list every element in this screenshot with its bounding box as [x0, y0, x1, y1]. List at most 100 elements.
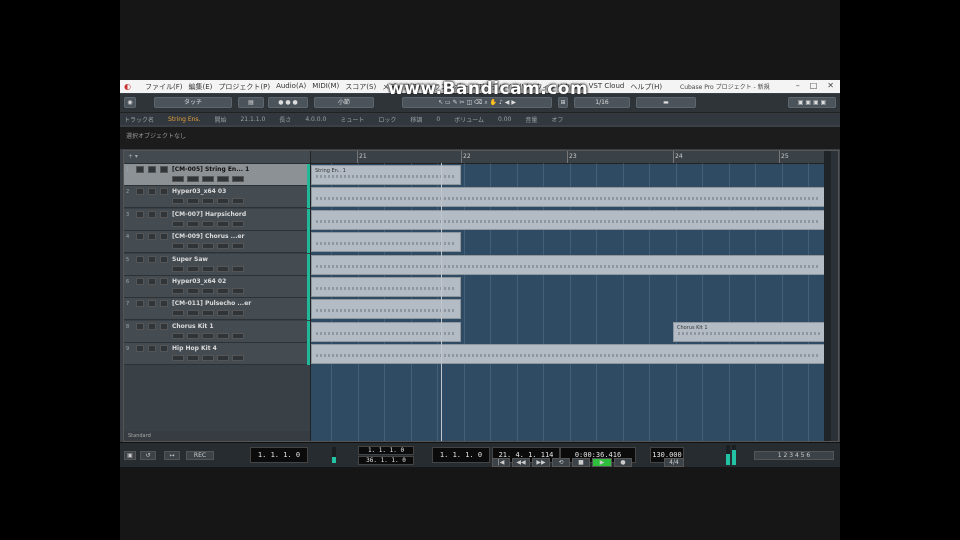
track-lane[interactable]: [311, 298, 831, 320]
read-button[interactable]: [187, 176, 199, 182]
track-lane[interactable]: [311, 231, 831, 253]
freeze-button[interactable]: [232, 198, 244, 205]
freeze-button[interactable]: [232, 220, 244, 227]
marker-buttons[interactable]: 1 2 3 4 5 6: [754, 451, 834, 460]
rewind-button[interactable]: ◀◀: [512, 458, 530, 467]
edit-button[interactable]: [217, 265, 229, 272]
midi-part[interactable]: [311, 277, 461, 297]
monitor-button[interactable]: [172, 265, 184, 272]
ruler[interactable]: 21 22 23 24 25: [311, 151, 831, 164]
read-button[interactable]: [187, 243, 199, 250]
track-row[interactable]: 3 [CM-007] Harpsichord: [124, 208, 310, 231]
minimize-button[interactable]: –: [796, 81, 800, 90]
punch-in-display[interactable]: 1. 1. 1. 0: [358, 446, 414, 455]
solo-button[interactable]: [148, 322, 156, 330]
edit-button[interactable]: [217, 220, 229, 227]
record-enable-button[interactable]: [160, 322, 168, 330]
color-select[interactable]: ▬: [636, 97, 696, 108]
info-volume-value[interactable]: 0.00: [498, 116, 511, 123]
read-button[interactable]: [187, 288, 199, 294]
track-row[interactable]: 5 Super Saw: [124, 253, 310, 276]
undo-button[interactable]: ↺: [140, 451, 156, 460]
record-enable-button[interactable]: [160, 188, 168, 196]
record-enable-button[interactable]: [160, 300, 168, 308]
monitor-button[interactable]: [172, 332, 184, 339]
write-button[interactable]: [202, 265, 214, 272]
monitor-button[interactable]: [172, 198, 184, 205]
cycle-button[interactable]: ⟲: [552, 458, 570, 467]
monitor-button[interactable]: [172, 220, 184, 227]
left-zone-button[interactable]: ▤: [238, 97, 264, 108]
monitor-button[interactable]: [172, 288, 184, 294]
track-row[interactable]: 7 [CM-011] Pulsecho ...er: [124, 298, 310, 321]
mode-select[interactable]: タッチ: [154, 97, 232, 108]
monitor-button[interactable]: [172, 243, 184, 250]
read-button[interactable]: [187, 265, 199, 272]
record-button[interactable]: ●: [614, 458, 632, 467]
mute-button[interactable]: [136, 322, 144, 330]
track-lane[interactable]: Chorus Kit 1: [311, 321, 831, 343]
edit-button[interactable]: [217, 310, 229, 317]
midi-part[interactable]: String En.. 1: [311, 165, 461, 185]
info-transpose-value[interactable]: 0: [436, 116, 440, 123]
midi-part[interactable]: Chorus Kit 1: [673, 321, 825, 342]
punch-out-display[interactable]: 36. 1. 1. 0: [358, 456, 414, 465]
left-locator-display[interactable]: 1. 1. 1. 0: [250, 447, 308, 463]
grid-select[interactable]: 小節: [314, 97, 374, 108]
track-lane[interactable]: [311, 343, 831, 365]
freeze-button[interactable]: [232, 355, 244, 362]
menu-item[interactable]: VST Cloud: [589, 82, 625, 92]
close-button[interactable]: ✕: [827, 81, 834, 90]
freeze-button[interactable]: [232, 310, 244, 317]
menu-item[interactable]: スコア(S): [345, 82, 376, 92]
maximize-button[interactable]: □: [810, 81, 818, 90]
midi-part[interactable]: [311, 187, 825, 208]
tool-buttons[interactable]: ↖ ▭ ✎ ✂ ◫ ⌫ ⌕ ✋ ♪ ◀ ▶: [402, 97, 552, 108]
mute-button[interactable]: [136, 210, 144, 218]
edit-button[interactable]: [217, 198, 229, 205]
solo-button[interactable]: [148, 188, 156, 196]
midi-part[interactable]: [311, 209, 825, 230]
mute-button[interactable]: [136, 300, 144, 308]
vertical-scrollbar[interactable]: [824, 151, 831, 441]
activate-project-button[interactable]: ◉: [124, 97, 136, 108]
edit-button[interactable]: [217, 332, 229, 339]
write-button[interactable]: [202, 288, 214, 294]
track-lane[interactable]: [311, 209, 831, 231]
track-row[interactable]: 8 Chorus Kit 1: [124, 320, 310, 343]
transport-menu-button[interactable]: ▣: [124, 451, 136, 460]
write-button[interactable]: [202, 176, 214, 182]
mute-button[interactable]: [136, 345, 144, 353]
menu-item[interactable]: ヘルプ(H): [630, 82, 662, 92]
signature-display[interactable]: 4/4: [664, 458, 684, 467]
track-row[interactable]: 2 Hyper03_x64 03: [124, 186, 310, 209]
monitor-button[interactable]: [172, 310, 184, 317]
play-button[interactable]: ▶: [592, 458, 612, 467]
solo-button[interactable]: [148, 210, 156, 218]
midi-part[interactable]: [311, 344, 825, 365]
write-button[interactable]: [202, 198, 214, 205]
info-start-value[interactable]: 21.1.1.0: [240, 116, 265, 123]
midi-part[interactable]: [311, 299, 461, 320]
track-lane[interactable]: String En.. 1: [311, 164, 831, 186]
midi-part[interactable]: [311, 321, 461, 342]
mute-button[interactable]: [136, 166, 144, 173]
forward-button[interactable]: ▶▶: [532, 458, 550, 467]
record-enable-button[interactable]: [160, 166, 168, 173]
record-enable-button[interactable]: [160, 210, 168, 218]
record-enable-button[interactable]: [160, 278, 168, 285]
solo-button[interactable]: [148, 233, 156, 241]
freeze-button[interactable]: [232, 265, 244, 272]
mute-button[interactable]: [136, 188, 144, 196]
info-length-value[interactable]: 4.0.0.0: [305, 116, 326, 123]
track-row[interactable]: 4 [CM-009] Chorus ...er: [124, 231, 310, 254]
edit-button[interactable]: [217, 355, 229, 362]
snap-button[interactable]: ⊞: [558, 97, 568, 108]
track-row[interactable]: 9 Hip Hop Kit 4: [124, 343, 310, 366]
freeze-button[interactable]: [232, 332, 244, 339]
track-lane[interactable]: [311, 186, 831, 208]
track-lane[interactable]: [311, 276, 831, 298]
read-button[interactable]: [187, 310, 199, 317]
monitor-button[interactable]: [172, 176, 184, 182]
solo-button[interactable]: [148, 300, 156, 308]
